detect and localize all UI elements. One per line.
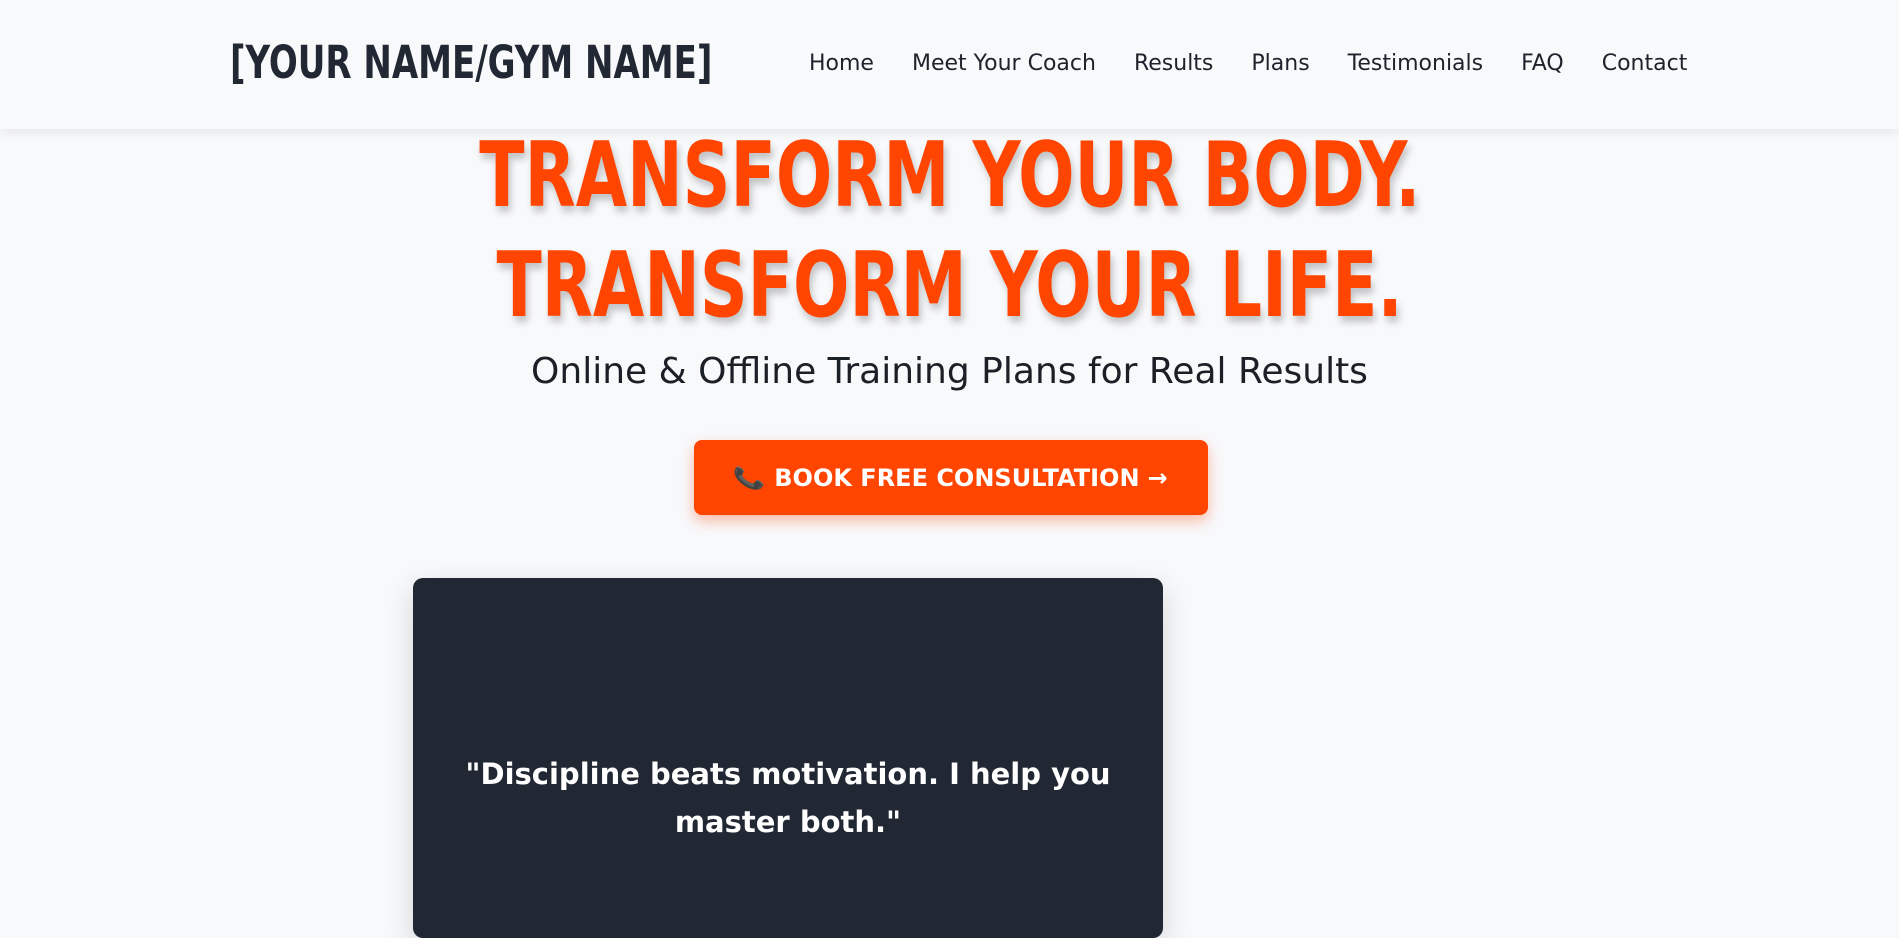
arrow-right-icon: → <box>1147 463 1168 492</box>
phone-icon: 📞 <box>732 461 767 494</box>
book-consultation-label: BOOK FREE CONSULTATION <box>774 463 1140 492</box>
quote-text: "Discipline beats motivation. I help you… <box>465 757 1111 839</box>
quote-card: "Discipline beats motivation. I help you… <box>413 578 1163 938</box>
hero-headline-line1: TRANSFORM YOUR BODY. <box>0 126 1899 226</box>
main-nav: Home Meet Your Coach Results Plans Testi… <box>809 50 1687 78</box>
book-consultation-button[interactable]: 📞 BOOK FREE CONSULTATION → <box>694 440 1208 515</box>
nav-meet-your-coach[interactable]: Meet Your Coach <box>912 50 1096 78</box>
nav-home[interactable]: Home <box>809 50 874 78</box>
nav-testimonials[interactable]: Testimonials <box>1348 50 1483 78</box>
nav-results[interactable]: Results <box>1134 50 1213 78</box>
nav-contact[interactable]: Contact <box>1602 50 1688 78</box>
site-header: [YOUR NAME/GYM NAME] Home Meet Your Coac… <box>0 0 1899 129</box>
nav-faq[interactable]: FAQ <box>1521 50 1564 78</box>
nav-plans[interactable]: Plans <box>1251 50 1309 78</box>
hero-headline-line2: TRANSFORM YOUR LIFE. <box>0 236 1899 336</box>
hero-headline-line1-text: TRANSFORM YOUR BODY. <box>478 123 1421 228</box>
hero-headline-line2-text: TRANSFORM YOUR LIFE. <box>496 233 1403 338</box>
site-logo[interactable]: [YOUR NAME/GYM NAME] <box>230 34 712 92</box>
hero-subtitle: Online & Offline Training Plans for Real… <box>531 351 1368 392</box>
